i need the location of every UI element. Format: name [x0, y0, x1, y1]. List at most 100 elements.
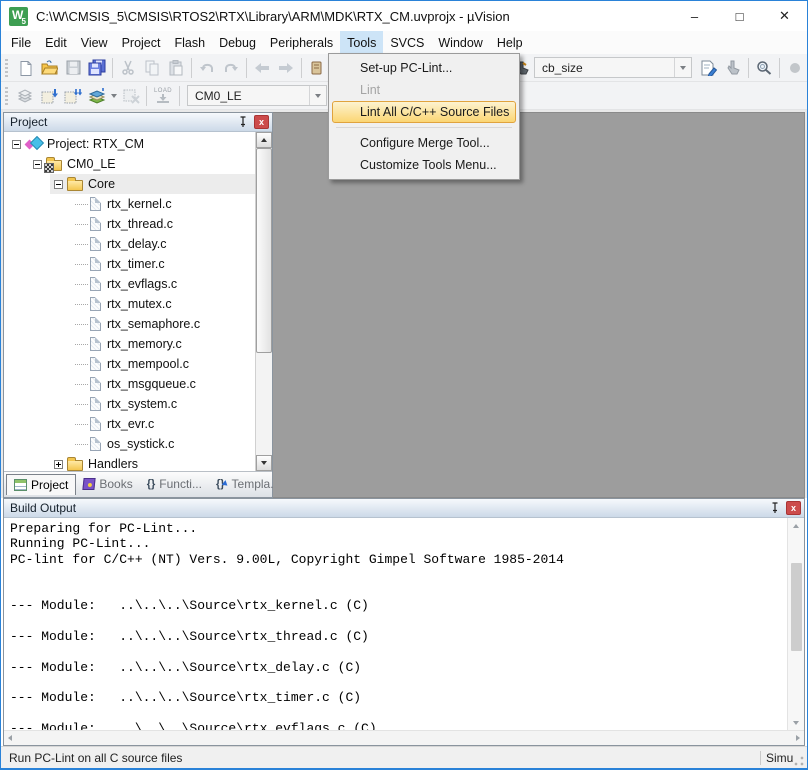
output-line: Preparing for PC-Lint...	[10, 521, 787, 536]
scroll-down-button[interactable]	[256, 455, 272, 471]
save-button[interactable]	[61, 56, 85, 80]
navigate-forward-button[interactable]	[274, 56, 298, 80]
menu-file[interactable]: File	[4, 31, 38, 54]
pin-icon[interactable]	[767, 501, 783, 516]
bookmark-button[interactable]	[305, 56, 329, 80]
breakpoint-icon[interactable]	[783, 56, 807, 80]
stop-build-button[interactable]	[119, 84, 143, 108]
tree-item-label: rtx_timer.c	[107, 257, 171, 271]
resize-grip[interactable]	[793, 755, 805, 767]
tree-item[interactable]: os_systick.c	[4, 434, 255, 454]
batch-build-button[interactable]	[85, 84, 109, 108]
minimize-button[interactable]: –	[672, 1, 717, 31]
tree-item[interactable]: rtx_memory.c	[4, 334, 255, 354]
close-button[interactable]: ✕	[762, 1, 807, 31]
navigate-back-button[interactable]	[250, 56, 274, 80]
build-output-text[interactable]: Preparing for PC-Lint...Running PC-Lint.…	[4, 518, 787, 730]
new-file-button[interactable]	[13, 56, 37, 80]
toolbar-separator	[779, 58, 780, 78]
menu-flash[interactable]: Flash	[167, 31, 212, 54]
menu-tools[interactable]: Tools	[340, 31, 383, 54]
tree-expand-toggle[interactable]	[12, 140, 21, 149]
menu-view[interactable]: View	[74, 31, 115, 54]
menu-project[interactable]: Project	[115, 31, 168, 54]
menu-svcs[interactable]: SVCS	[383, 31, 431, 54]
tree-item[interactable]: rtx_system.c	[4, 394, 255, 414]
tools-menu-item[interactable]: Customize Tools Menu...	[332, 154, 516, 176]
tree-scrollbar[interactable]	[255, 132, 272, 471]
scrollbar-track[interactable]	[256, 353, 272, 455]
scrollbar-thumb[interactable]	[791, 563, 802, 651]
project-panel: Project x Project: RTX_CMCM0_LECorertx_k…	[3, 112, 273, 498]
find-in-files-button[interactable]	[752, 56, 776, 80]
tree-connector	[75, 444, 88, 445]
paste-button[interactable]	[164, 56, 188, 80]
tree-item-label: rtx_thread.c	[107, 217, 179, 231]
save-all-button[interactable]	[85, 56, 109, 80]
pin-icon[interactable]	[235, 115, 251, 130]
tab-project[interactable]: Project	[6, 474, 76, 495]
tree-item[interactable]: rtx_msgqueue.c	[4, 374, 255, 394]
output-line	[10, 675, 787, 690]
copy-button[interactable]	[140, 56, 164, 80]
rebuild-button[interactable]	[61, 84, 85, 108]
maximize-button[interactable]: □	[717, 1, 762, 31]
batch-build-dropdown-arrow[interactable]	[109, 94, 119, 98]
scroll-down-button[interactable]	[793, 715, 799, 730]
open-file-button[interactable]	[37, 56, 61, 80]
scroll-left-button[interactable]	[8, 735, 12, 741]
menu-edit[interactable]: Edit	[38, 31, 74, 54]
menu-peripherals[interactable]: Peripherals	[263, 31, 340, 54]
menu-debug[interactable]: Debug	[212, 31, 263, 54]
tree-item[interactable]: rtx_kernel.c	[4, 194, 255, 214]
search-combo-arrow[interactable]	[674, 58, 691, 77]
undo-button[interactable]	[195, 56, 219, 80]
tree-expand-toggle[interactable]	[54, 180, 63, 189]
tab-functi[interactable]: {}Functi...	[140, 474, 209, 494]
output-vscrollbar[interactable]	[787, 518, 804, 730]
menu-window[interactable]: Window	[431, 31, 489, 54]
translate-button[interactable]	[13, 84, 37, 108]
scroll-up-button[interactable]	[793, 518, 799, 533]
output-line: --- Module: ..\..\..\Source\rtx_evflags.…	[10, 721, 787, 730]
close-panel-button[interactable]: x	[254, 115, 269, 129]
lint-all-button[interactable]	[721, 56, 745, 80]
toolbar-grip[interactable]	[5, 59, 8, 77]
cut-button[interactable]	[116, 56, 140, 80]
tools-menu-item[interactable]: Configure Merge Tool...	[332, 132, 516, 154]
tab-books[interactable]: Books	[76, 474, 139, 494]
target-select[interactable]: CM0_LE	[187, 85, 327, 106]
scrollbar-thumb[interactable]	[256, 148, 272, 353]
lint-file-button[interactable]	[697, 56, 721, 80]
tree-item[interactable]: Project: RTX_CM	[4, 134, 255, 154]
tree-item[interactable]: rtx_thread.c	[4, 214, 255, 234]
tree-item[interactable]: rtx_evflags.c	[4, 274, 255, 294]
tree-item-label: rtx_evr.c	[107, 417, 160, 431]
tree-expand-toggle[interactable]	[33, 160, 42, 169]
tools-menu-item[interactable]: Lint All C/C++ Source Files	[332, 101, 516, 123]
tools-menu-item[interactable]: Lint	[332, 79, 516, 101]
tree-item[interactable]: rtx_timer.c	[4, 254, 255, 274]
tree-expand-toggle[interactable]	[54, 460, 63, 469]
scroll-up-button[interactable]	[256, 132, 272, 148]
scroll-right-button[interactable]	[796, 735, 800, 741]
toolbar-grip[interactable]	[5, 87, 8, 105]
tree-item[interactable]: Core	[4, 174, 255, 194]
tree-item[interactable]: rtx_mempool.c	[4, 354, 255, 374]
tree-item[interactable]: rtx_delay.c	[4, 234, 255, 254]
close-panel-button[interactable]: x	[786, 501, 801, 515]
tools-menu-item[interactable]: Set-up PC-Lint...	[332, 57, 516, 79]
search-combo[interactable]: cb_size	[534, 57, 692, 78]
tree-item[interactable]: rtx_mutex.c	[4, 294, 255, 314]
tree-item[interactable]: Handlers	[4, 454, 255, 471]
tree-item[interactable]: rtx_semaphore.c	[4, 314, 255, 334]
target-select-arrow[interactable]	[309, 86, 326, 105]
menu-help[interactable]: Help	[490, 31, 530, 54]
tools-dropdown-menu: Set-up PC-Lint...LintLint All C/C++ Sour…	[328, 53, 520, 180]
build-button[interactable]	[37, 84, 61, 108]
redo-button[interactable]	[219, 56, 243, 80]
output-hscrollbar[interactable]	[4, 730, 804, 745]
tree-item[interactable]: CM0_LE	[4, 154, 255, 174]
download-button[interactable]: LOAD	[150, 84, 176, 108]
tree-item[interactable]: rtx_evr.c	[4, 414, 255, 434]
